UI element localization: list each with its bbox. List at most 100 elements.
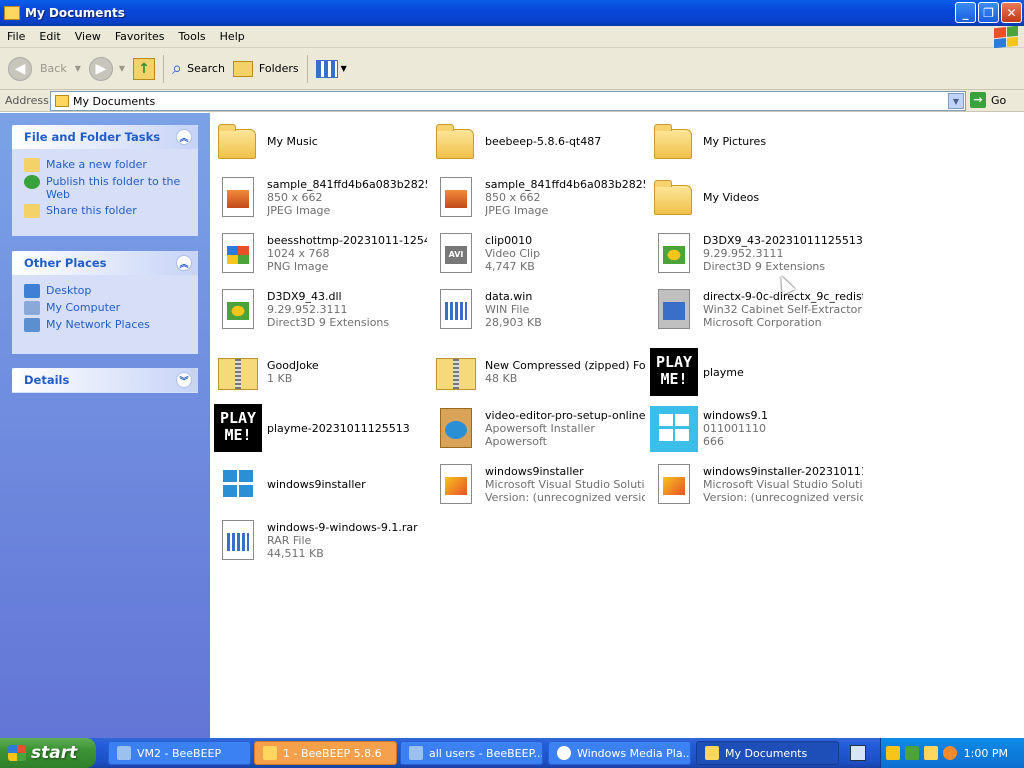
file-item[interactable]: windows-9-windows-9.1.rar RAR File 44,511 …	[214, 515, 430, 565]
close-button[interactable]: ✕	[1001, 2, 1022, 23]
file-name: playme	[703, 365, 744, 379]
taskbar: start VM2 - BeeBEEP 1 - BeeBEEP 5.8.6 al…	[0, 738, 1024, 768]
menu-favorites[interactable]: Favorites	[108, 30, 172, 43]
folders-label: Folders	[258, 62, 299, 75]
file-text: video-editor-pro-setup-online Apowersoft …	[485, 409, 645, 448]
network-icon	[24, 318, 40, 332]
start-button[interactable]: start	[0, 738, 96, 768]
file-item[interactable]: beebeep-5.8.6-qt487	[432, 116, 648, 166]
file-item[interactable]: New Compressed (zipped) Folder48 KB	[432, 347, 648, 397]
media-player-icon	[557, 746, 571, 760]
file-item[interactable]: directx-9-0c-directx_9c_redist Win32 Cabi…	[650, 284, 866, 334]
generic-file-icon	[432, 285, 480, 333]
menu-view[interactable]: View	[68, 30, 108, 43]
publish-folder-link[interactable]: Publish this folder to the Web	[24, 175, 188, 201]
file-item[interactable]: windows9.1 011001110 666	[650, 403, 866, 453]
forward-button[interactable]: ▶ ▼	[85, 52, 129, 86]
address-input[interactable]: My Documents ▼	[50, 91, 966, 111]
collapse-chevron-icon[interactable]: ︽	[176, 255, 192, 271]
new-folder-icon	[24, 158, 40, 172]
taskbar-item-my-documents[interactable]: My Documents	[696, 741, 839, 765]
views-button[interactable]: ▼	[312, 52, 351, 86]
beebeep-tray-icon[interactable]	[924, 746, 938, 760]
file-detail: 48 KB	[485, 372, 518, 385]
expand-chevron-icon[interactable]: ︾	[176, 372, 192, 388]
file-detail: 4,747 KB	[485, 259, 535, 273]
search-icon[interactable]	[943, 746, 957, 760]
minimize-button[interactable]: _	[955, 2, 976, 23]
file-detail: Microsoft Visual Studio Solution	[703, 477, 863, 491]
address-dropdown-button[interactable]: ▼	[948, 93, 964, 109]
file-item[interactable]: sample_841ffd4b6a083b2825... 850 x 662 JPE…	[214, 172, 430, 222]
panel-header[interactable]: Other Places ︽	[12, 251, 198, 275]
file-detail: WIN File	[485, 302, 530, 316]
desktop-link[interactable]: Desktop	[24, 284, 188, 298]
go-button[interactable]: → Go	[970, 92, 1006, 108]
panel-header[interactable]: File and Folder Tasks ︽	[12, 125, 198, 149]
file-text: My Videos	[703, 191, 863, 204]
file-item[interactable]: beesshottmp-20231011-1254041024 x 768PNG…	[214, 228, 430, 278]
file-item[interactable]: My Music	[214, 116, 430, 166]
back-arrow-icon: ◀	[8, 56, 32, 81]
menu-file[interactable]: File	[0, 30, 32, 43]
my-network-places-link[interactable]: My Network Places	[24, 318, 188, 332]
task-label: Windows Media Pla...	[577, 746, 691, 760]
file-text: My Pictures	[703, 135, 863, 148]
file-detail: Direct3D 9 Extensions	[703, 259, 826, 273]
file-item[interactable]: sample_841ffd4b6a083b2825... 850 x 662 JPE…	[432, 172, 648, 222]
search-button[interactable]: ⌕ Search	[168, 52, 229, 86]
file-text: sample_841ffd4b6a083b2825... 850 x 662 JPE…	[267, 178, 427, 217]
file-name: beebeep-5.8.6-qt487	[485, 134, 602, 148]
menu-edit[interactable]: Edit	[32, 30, 67, 43]
file-item[interactable]: AVI clip0010 Video Clip 4,747 KB	[432, 228, 648, 278]
file-item[interactable]: D3DX9_43.dll 9.29.952.3111 Direct3D 9 Exte…	[214, 284, 430, 334]
make-new-folder-link[interactable]: Make a new folder	[24, 158, 188, 172]
taskbar-item-windows-media-player[interactable]: Windows Media Pla...	[548, 741, 691, 765]
file-item[interactable]: video-editor-pro-setup-online Apowersoft …	[432, 403, 648, 453]
my-computer-link[interactable]: My Computer	[24, 301, 188, 315]
file-item[interactable]: windows9installer	[214, 459, 430, 509]
taskbar-item-all-users-beebeep[interactable]: all users - BeeBEEP...	[400, 741, 543, 765]
address-label: Address	[5, 94, 49, 107]
playme-icon: PLAY ME!	[214, 404, 262, 452]
file-item[interactable]: data.win WIN File 28,903 KB	[432, 284, 648, 334]
menu-bar: File Edit View Favorites Tools Help	[0, 26, 1024, 48]
beebeep-icon	[263, 746, 277, 760]
share-folder-link[interactable]: Share this folder	[24, 204, 188, 218]
up-folder-button[interactable]: ↑	[129, 52, 159, 86]
maximize-button[interactable]: ❐	[978, 2, 999, 23]
file-item[interactable]: windows9installer-202310111... Microsoft …	[650, 459, 866, 509]
file-folder-tasks-panel: File and Folder Tasks ︽ Make a new folde…	[12, 125, 198, 236]
file-text: playme	[703, 366, 863, 379]
file-item[interactable]: GoodJoke 1 KB	[214, 347, 430, 397]
taskbar-item-beebeep-586[interactable]: 1 - BeeBEEP 5.8.6	[254, 741, 397, 765]
file-item[interactable]: PLAY ME! playme-20231011125513	[214, 403, 430, 453]
file-name: D3DX9_43-20231011125513.dll	[703, 233, 863, 247]
back-button[interactable]: ◀ Back ▼	[4, 52, 85, 86]
link-label: My Computer	[46, 301, 121, 314]
file-item[interactable]: My Videos	[650, 172, 866, 222]
file-detail: 1024 x 768	[267, 246, 330, 260]
clock[interactable]: 1:00 PM	[964, 747, 1008, 760]
file-name: sample_841ffd4b6a083b2825...	[485, 177, 645, 191]
title-bar[interactable]: My Documents _ ❐ ✕	[0, 0, 1024, 26]
up-arrow-icon: ↑	[133, 57, 156, 80]
taskbar-item-vm2-beebeep[interactable]: VM2 - BeeBEEP	[108, 741, 251, 765]
file-item[interactable]: My Pictures	[650, 116, 866, 166]
network-icon[interactable]	[905, 746, 919, 760]
file-item[interactable]: D3DX9_43-20231011125513.dll 9.29.952.3111…	[650, 228, 866, 278]
folders-button[interactable]: Folders	[229, 52, 303, 86]
panel-header[interactable]: Details ︾	[12, 368, 198, 392]
folder-icon	[55, 95, 69, 107]
keyboard-icon[interactable]	[850, 745, 866, 761]
file-detail: RAR File	[267, 533, 312, 547]
file-item[interactable]: windows9installer Microsoft Visual Studio…	[432, 459, 648, 509]
windows9-installer-icon	[214, 460, 262, 508]
file-item[interactable]: PLAY ME! playme	[650, 347, 866, 397]
shield-icon[interactable]	[886, 746, 900, 760]
collapse-chevron-icon[interactable]: ︽	[176, 129, 192, 145]
menu-tools[interactable]: Tools	[172, 30, 213, 43]
vs-solution-icon	[650, 460, 698, 508]
generic-file-icon	[214, 516, 262, 564]
menu-help[interactable]: Help	[213, 30, 252, 43]
